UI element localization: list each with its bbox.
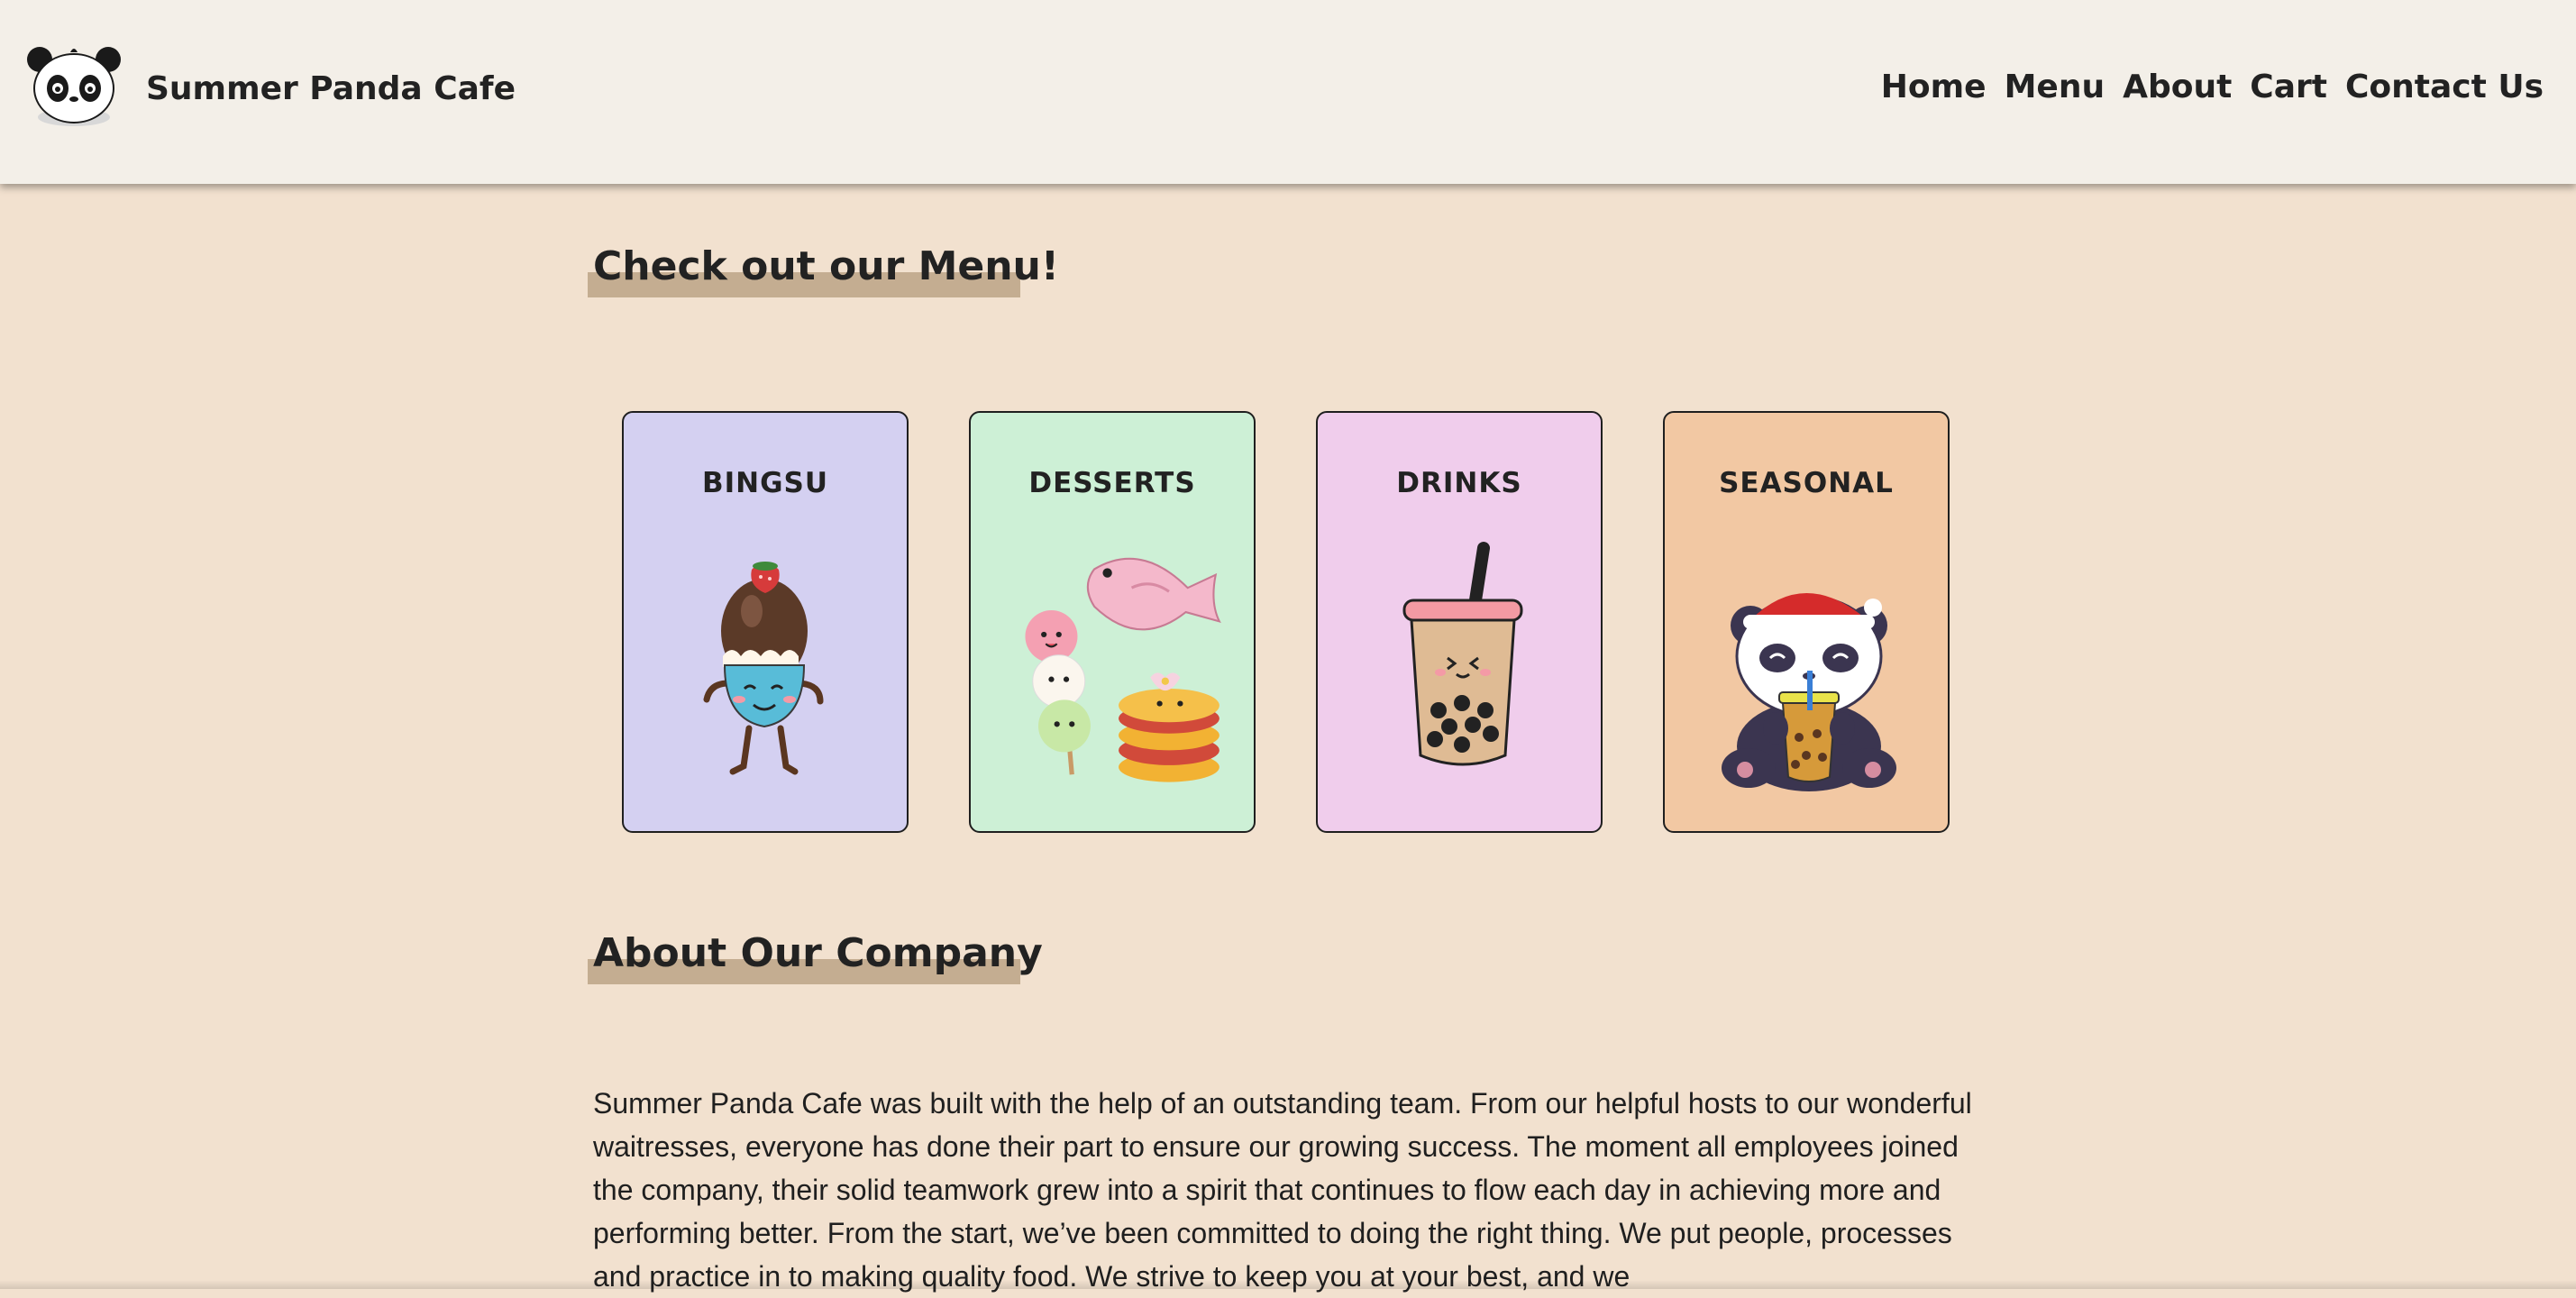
nav-about[interactable]: About (2123, 69, 2232, 105)
menu-heading: Check out our Menu! (593, 243, 1059, 289)
card-title-drinks: DRINKS (1396, 467, 1522, 499)
menu-card-desserts[interactable]: DESSERTS (969, 411, 1256, 833)
card-title-bingsu: BINGSU (701, 467, 829, 499)
seasonal-icon (1722, 593, 1896, 791)
navbar: Summer Panda Cafe Home Menu About Cart C… (0, 0, 2576, 184)
about-heading: About Our Company (593, 930, 1043, 976)
bottom-shadow (0, 1280, 2576, 1289)
menu-section-title: Check out our Menu! (588, 243, 1059, 297)
nav-menu[interactable]: Menu (2005, 69, 2106, 105)
menu-card-seasonal[interactable]: SEASONAL (1663, 411, 1950, 833)
nav-cart[interactable]: Cart (2250, 69, 2327, 105)
menu-card-drinks[interactable]: DRINKS (1316, 411, 1603, 833)
nav-home[interactable]: Home (1881, 69, 1987, 105)
drinks-icon (1402, 542, 1523, 766)
bingsu-icon (703, 562, 824, 775)
nav-links: Home Menu About Cart Contact Us (1881, 69, 2544, 105)
panda-logo-icon[interactable] (25, 40, 123, 132)
card-title-seasonal: SEASONAL (1719, 467, 1894, 499)
about-section-title: About Our Company (588, 930, 1043, 984)
nav-contact-us[interactable]: Contact Us (2345, 69, 2544, 105)
about-paragraph: Summer Panda Cafe was built with the hel… (593, 1087, 1972, 1293)
card-title-desserts: DESSERTS (1028, 467, 1196, 499)
menu-card-bingsu[interactable]: BINGSU (622, 411, 909, 833)
brand-name[interactable]: Summer Panda Cafe (146, 70, 516, 107)
desserts-icon (1025, 557, 1221, 782)
